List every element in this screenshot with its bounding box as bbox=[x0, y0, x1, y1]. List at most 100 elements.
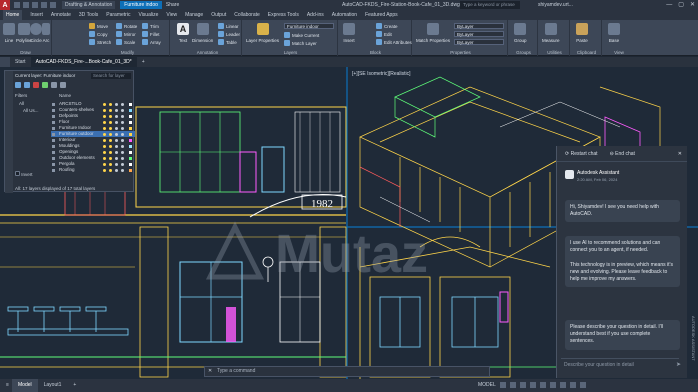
set-current-icon[interactable] bbox=[42, 82, 48, 88]
app-menu-icon[interactable] bbox=[0, 57, 10, 67]
properties-panel-title[interactable]: Properties bbox=[414, 50, 507, 55]
leader-button[interactable]: Leader bbox=[218, 31, 240, 37]
layer-freeze-icon[interactable] bbox=[109, 108, 112, 112]
layer-on-icon[interactable] bbox=[103, 108, 106, 112]
layer-on-icon[interactable] bbox=[103, 120, 106, 124]
layer-plot-icon[interactable] bbox=[121, 138, 124, 142]
share-button[interactable]: Share bbox=[166, 2, 179, 8]
assistant-side-label[interactable]: AUTODESK ASSISTANT bbox=[691, 316, 696, 361]
refresh-icon[interactable] bbox=[51, 82, 57, 88]
insert-button[interactable]: Insert bbox=[343, 23, 355, 43]
arc-button[interactable]: Arc bbox=[42, 23, 50, 43]
layer-on-icon[interactable] bbox=[103, 102, 106, 106]
snap-icon[interactable] bbox=[509, 382, 516, 388]
close-icon[interactable]: ✕ bbox=[678, 151, 682, 157]
layer-color-swatch[interactable] bbox=[129, 126, 132, 130]
create-block-button[interactable]: Create bbox=[376, 23, 398, 29]
layer-plot-icon[interactable] bbox=[121, 162, 124, 166]
layer-freeze-icon[interactable] bbox=[109, 102, 112, 106]
polar-icon[interactable] bbox=[529, 382, 536, 388]
menu-icon[interactable]: ≡ bbox=[0, 379, 12, 392]
layer-color-swatch[interactable] bbox=[129, 144, 132, 148]
layer-on-icon[interactable] bbox=[103, 150, 106, 154]
layer-lock-icon[interactable] bbox=[115, 162, 118, 166]
layer-color-swatch[interactable] bbox=[129, 132, 132, 136]
utilities-panel-title[interactable]: Utilities bbox=[540, 50, 569, 55]
layer-plot-icon[interactable] bbox=[121, 132, 124, 136]
layer-lock-icon[interactable] bbox=[115, 102, 118, 106]
layer-color-swatch[interactable] bbox=[129, 168, 132, 172]
tab-insert[interactable]: Insert bbox=[30, 12, 43, 18]
layer-on-icon[interactable] bbox=[103, 144, 106, 148]
layer-row[interactable]: Roofing bbox=[51, 167, 135, 173]
layer-plot-icon[interactable] bbox=[121, 144, 124, 148]
match-properties-button[interactable]: Match Properties bbox=[416, 23, 450, 43]
trim-button[interactable]: Trim bbox=[142, 23, 159, 29]
tab-view[interactable]: View bbox=[166, 12, 177, 18]
layer-lock-icon[interactable] bbox=[115, 132, 118, 136]
move-button[interactable]: Move bbox=[89, 23, 108, 29]
maximize-icon[interactable]: ▢ bbox=[678, 0, 684, 10]
tab-model[interactable]: Model bbox=[12, 379, 38, 392]
clipboard-panel-title[interactable]: Clipboard bbox=[572, 50, 601, 55]
draw-panel-title[interactable]: Draw bbox=[0, 50, 51, 55]
paste-button[interactable]: Paste bbox=[576, 23, 588, 43]
layer-lock-icon[interactable] bbox=[115, 150, 118, 154]
layer-lock-icon[interactable] bbox=[115, 144, 118, 148]
layer-plot-icon[interactable] bbox=[121, 168, 124, 172]
redo-icon[interactable] bbox=[50, 2, 56, 8]
layer-color-swatch[interactable] bbox=[129, 138, 132, 142]
mirror-button[interactable]: Mirror bbox=[116, 31, 136, 37]
new-file-icon[interactable] bbox=[14, 2, 20, 8]
layer-on-icon[interactable] bbox=[103, 126, 106, 130]
layer-on-icon[interactable] bbox=[103, 162, 106, 166]
tab-featured-apps[interactable]: Featured Apps bbox=[365, 12, 398, 18]
layer-lock-icon[interactable] bbox=[115, 156, 118, 160]
layer-lock-icon[interactable] bbox=[115, 114, 118, 118]
edit-attributes-button[interactable]: Edit Attributes bbox=[376, 39, 412, 45]
user-account[interactable]: shiyamdev.urt... bbox=[538, 0, 573, 10]
layer-freeze-icon[interactable] bbox=[109, 156, 112, 160]
groups-panel-title[interactable]: Groups bbox=[510, 50, 537, 55]
group-button[interactable]: Group bbox=[514, 23, 527, 43]
close-icon[interactable]: ✕ bbox=[690, 0, 695, 10]
viewport-label[interactable]: [+][SE Isometric][Realistic] bbox=[352, 71, 411, 77]
measure-button[interactable]: Measure bbox=[542, 23, 560, 43]
new-layer-frozen-icon[interactable] bbox=[24, 82, 30, 88]
delete-layer-icon[interactable] bbox=[33, 82, 39, 88]
layer-plot-icon[interactable] bbox=[121, 108, 124, 112]
tab-add-ins[interactable]: Add-ins bbox=[307, 12, 324, 18]
file-tab[interactable]: Furniture indoo bbox=[120, 1, 162, 9]
layer-lock-icon[interactable] bbox=[115, 138, 118, 142]
palette-side-bar[interactable] bbox=[5, 71, 13, 193]
open-file-icon[interactable] bbox=[23, 2, 29, 8]
tab-collaborate[interactable]: Collaborate bbox=[234, 12, 260, 18]
model-space-label[interactable]: MODEL bbox=[478, 379, 496, 392]
layer-on-icon[interactable] bbox=[103, 138, 106, 142]
tab-3d-tools[interactable]: 3D Tools bbox=[79, 12, 98, 18]
send-icon[interactable]: ➤ bbox=[676, 361, 681, 368]
layer-freeze-icon[interactable] bbox=[109, 162, 112, 166]
filter-all[interactable]: All bbox=[19, 101, 24, 106]
layer-plot-icon[interactable] bbox=[121, 150, 124, 154]
layer-properties-button[interactable]: Layer Properties bbox=[246, 23, 279, 43]
layer-plot-icon[interactable] bbox=[121, 120, 124, 124]
rotate-button[interactable]: Rotate bbox=[116, 23, 137, 29]
tab-home[interactable]: Home bbox=[3, 10, 23, 20]
assistant-question-input[interactable]: Describe your question in detail bbox=[561, 358, 679, 370]
tab-output[interactable]: Output bbox=[211, 12, 226, 18]
layer-dropdown[interactable]: Furniture indoor bbox=[284, 23, 334, 29]
layers-panel-title[interactable]: Layers bbox=[244, 50, 337, 55]
tab-start[interactable]: Start bbox=[10, 57, 31, 67]
save-icon[interactable] bbox=[32, 2, 38, 8]
tab-automation[interactable]: Automation bbox=[332, 12, 357, 18]
match-layer-button[interactable]: Match Layer bbox=[284, 40, 317, 46]
table-button[interactable]: Table bbox=[218, 39, 237, 45]
dimension-button[interactable]: Dimension bbox=[192, 23, 213, 43]
layer-color-swatch[interactable] bbox=[129, 150, 132, 154]
tab-layout1[interactable]: Layout1 bbox=[38, 379, 68, 392]
customize-icon[interactable] bbox=[579, 382, 586, 388]
stretch-button[interactable]: Stretch bbox=[89, 39, 111, 45]
undo-icon[interactable] bbox=[41, 2, 47, 8]
new-layer-icon[interactable] bbox=[15, 82, 21, 88]
